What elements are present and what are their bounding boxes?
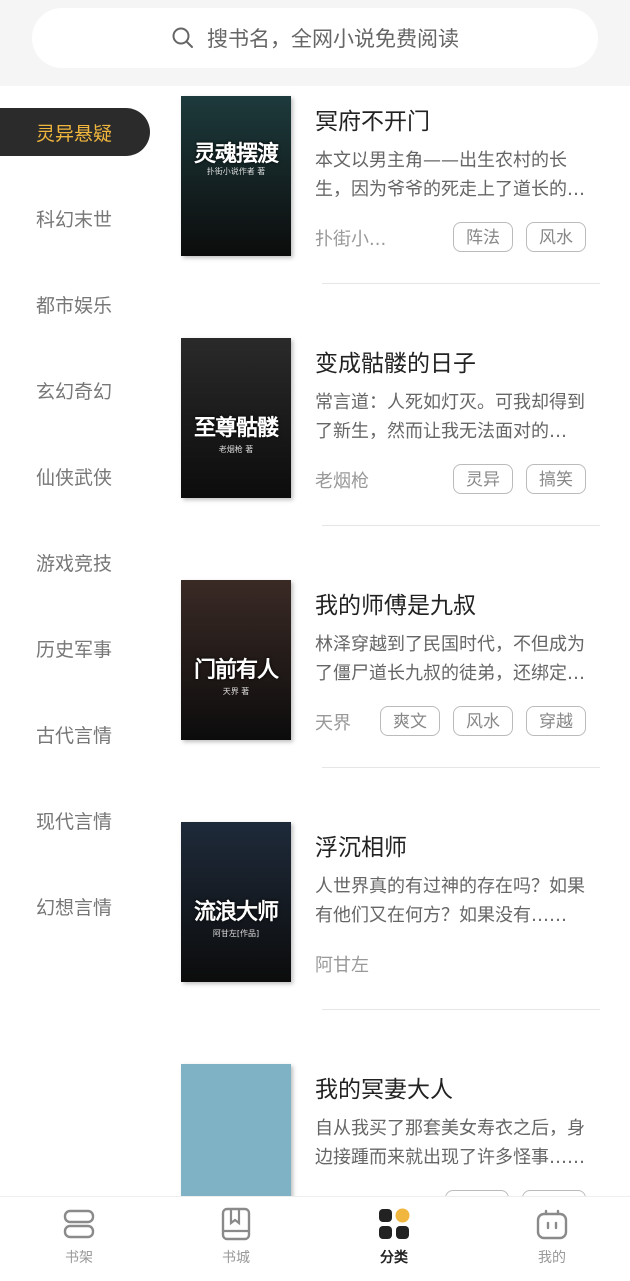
book-tag[interactable]: 风水 [453,706,513,736]
book-item[interactable]: 灵魂摆渡 扑街小说作者 著冥府不开门 本文以男主角——出生农村的长生，因为爷爷的死走… [160,86,630,328]
book-list: 灵魂摆渡 扑街小说作者 著冥府不开门 本文以男主角——出生农村的长生，因为爷爷的死走… [160,86,630,1196]
book-description: 林泽穿越到了民国时代，不但成为了僵尸道长九叔的徒弟，还绑定了系统…… [315,634,585,684]
book-cover[interactable]: 灵魂摆渡 扑街小说作者 著 [181,96,291,256]
sidebar-item-category[interactable]: 科幻末世 [0,194,150,242]
book-tag[interactable]: 穿越 [526,706,586,736]
book-author: 扑街小... [315,229,387,250]
divider [322,283,600,284]
nav-item-bookstore[interactable]: 书城 [186,1207,286,1273]
divider [322,525,600,526]
nav-item-profile[interactable]: 我的 [502,1207,602,1273]
book-tags: 爽文 风水 穿越 [380,706,586,736]
book-cover[interactable]: 流浪大师阿甘左[作品] [181,822,291,982]
book-title[interactable]: 浮沉相师 [315,828,407,862]
nav-label: 分类 [380,1250,408,1266]
nav-label: 书城 [222,1250,250,1266]
search-bar[interactable]: 搜书名，全网小说免费阅读 [32,8,598,68]
book-description: 自从我买了那套美女寿衣之后，身边接踵而来就出现了许多怪事…… [315,1118,585,1168]
cover-title: 灵魂摆渡 [193,141,279,167]
cover-title: 门前有人 [193,657,279,683]
book-title[interactable]: 我的冥妻大人 [315,1070,453,1104]
profile-icon [536,1209,568,1240]
nav-item-category[interactable]: 分类 [344,1207,444,1273]
cover-author: 老烟枪 著 [218,445,254,454]
sidebar-item-category[interactable]: 幻想言情 [0,882,150,930]
book-title[interactable]: 冥府不开门 [315,102,430,136]
search-placeholder: 搜书名，全网小说免费阅读 [207,27,459,51]
cover-title: 流浪大师 [193,899,279,925]
book-tags: 灵异 搞笑 [453,464,586,494]
book-item[interactable]: 门前有人 天界 著我的师傅是九叔 林泽穿越到了民国时代，不但成为了僵尸道长九叔的徒弟… [160,570,630,812]
cover-author: 天界 著 [222,687,250,696]
book-cover[interactable]: 至尊骷髅 老烟枪 著 [181,338,291,498]
header: 搜书名，全网小说免费阅读 [0,0,630,86]
book-tag[interactable]: 爽文 [380,706,440,736]
book-item[interactable]: 我的冥妻大人自从我买了那套美女寿衣之后，身边接踵而来就出现了许多怪事…… [160,1054,630,1196]
search-icon [172,27,193,48]
nav-item-bookshelf[interactable]: 书架 [29,1207,129,1273]
bookshelf-icon [63,1209,95,1239]
sidebar-item-category[interactable]: 仙侠武侠 [0,452,150,500]
divider [322,767,600,768]
cover-title: 至尊骷髅 [193,415,279,441]
sidebar-item-category[interactable]: 玄幻奇幻 [0,366,150,414]
book-description: 本文以男主角——出生农村的长生，因为爷爷的死走上了道长的道路…… [315,150,585,200]
book-title[interactable]: 我的师傅是九叔 [315,586,476,620]
nav-label: 我的 [538,1250,566,1266]
sidebar-item-category[interactable]: 灵异悬疑 [0,108,150,156]
book-cover[interactable]: 门前有人 天界 著 [181,580,291,740]
book-description: 人世界真的有过神的存在吗？如果有他们又在何方？如果没有…… [315,876,585,926]
book-tag[interactable]: 风水 [526,222,586,252]
sidebar-item-category[interactable]: 古代言情 [0,710,150,758]
book-tag[interactable]: 灵异 [453,464,513,494]
book-cover[interactable] [181,1064,291,1196]
category-sidebar: 灵异悬疑科幻末世都市娱乐玄幻奇幻仙侠武侠游戏竞技历史军事古代言情现代言情幻想言情 [0,86,160,1196]
book-author: 天界 [315,713,351,734]
sidebar-item-category[interactable]: 游戏竞技 [0,538,150,586]
book-item[interactable]: 至尊骷髅 老烟枪 著变成骷髅的日子 常言道：人死如灯灭。可我却得到了新生，然而让我无… [160,328,630,570]
category-icon [379,1208,410,1239]
sidebar-item-category[interactable]: 历史军事 [0,624,150,672]
bottom-nav: 书架 书城 分类 我的 [0,1196,630,1281]
book-tag[interactable]: 阵法 [453,222,513,252]
sidebar-item-category[interactable]: 现代言情 [0,796,150,844]
book-author: 老烟枪 [315,471,369,492]
book-tag[interactable]: 搞笑 [526,464,586,494]
bookstore-icon [221,1207,251,1241]
cover-author: 扑街小说作者 著 [206,167,266,176]
book-item[interactable]: 流浪大师阿甘左[作品] 浮沉相师 人世界真的有过神的存在吗？如果有他们又在何方？如… [160,812,630,1054]
book-author: 阿甘左 [315,955,369,976]
sidebar-item-category[interactable]: 都市娱乐 [0,280,150,328]
cover-author: 阿甘左[作品] [212,929,260,938]
divider [322,1009,600,1010]
nav-label: 书架 [65,1250,93,1266]
book-tags: 阵法 风水 [453,222,586,252]
book-title[interactable]: 变成骷髅的日子 [315,344,476,378]
book-description: 常言道：人死如灯灭。可我却得到了新生，然而让我无法面对的是…… [315,392,585,442]
